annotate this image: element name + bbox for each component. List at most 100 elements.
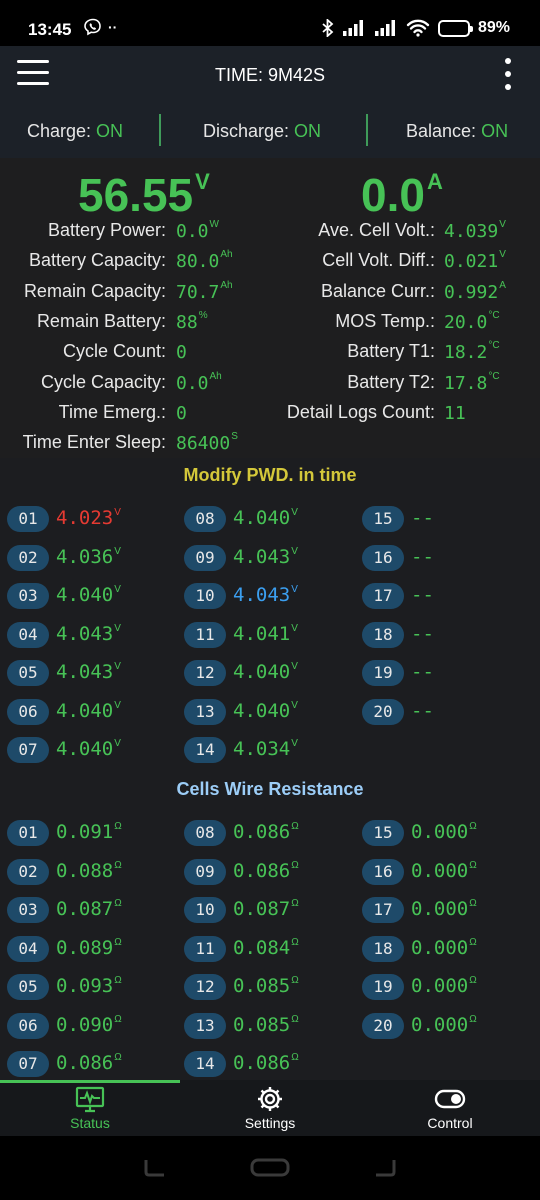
divider — [366, 114, 368, 146]
cell-voltage-16: 16 -- — [362, 543, 532, 573]
cell-number-badge: 03 — [7, 583, 49, 609]
cell-value: -- — [411, 661, 434, 683]
cell-number-badge: 15 — [362, 820, 404, 846]
battery-summary: 56.55V 0.0A Battery Power: 0.0W Battery Ca… — [0, 158, 540, 458]
cell-number-badge: 09 — [184, 858, 226, 885]
home-icon[interactable] — [250, 1158, 290, 1178]
cell-number-badge: 17 — [362, 583, 404, 609]
cell-number-badge: 12 — [184, 660, 226, 686]
battery-percent: 89% — [477, 19, 510, 36]
cell-number-badge: 01 — [7, 506, 49, 532]
cell-voltage-12: 12 4.040V — [184, 658, 354, 688]
balance-status: Balance: ON — [406, 121, 509, 141]
summary-value: 4.039V — [444, 219, 506, 242]
hamburger-icon — [17, 60, 49, 63]
cell-value: 4.036V — [56, 545, 121, 568]
wifi-icon — [406, 19, 430, 37]
system-navigation-bar — [0, 1136, 540, 1200]
cell-value: 0.000Ω — [411, 1013, 477, 1036]
cell-number-badge: 16 — [362, 544, 404, 571]
cell-value: 0.086Ω — [56, 1052, 122, 1074]
status-content: Charge: ON Discharge: ON Balance: ON 56.… — [0, 102, 540, 1080]
summary-value: 0.021V — [444, 249, 506, 273]
cell-resistance-04: 04 0.089Ω — [7, 934, 177, 964]
cell-number-badge: 08 — [184, 820, 226, 846]
cell-resistance-07: 07 0.086Ω — [7, 1049, 177, 1079]
cell-resistance-20: 20 0.000Ω — [362, 1011, 532, 1041]
cell-number-badge: 20 — [362, 698, 404, 725]
cell-value: 0.084Ω — [233, 936, 299, 959]
toggle-icon — [434, 1089, 466, 1109]
cell-value: 0.093Ω — [56, 975, 122, 997]
cell-resistance-01: 01 0.091Ω — [7, 818, 177, 848]
cell-voltage-02: 02 4.036V — [7, 543, 177, 573]
cell-voltage-20: 20 -- — [362, 697, 532, 727]
cell-value: 4.040V — [56, 738, 121, 760]
cell-value: 4.043V — [56, 622, 121, 645]
bottom-navigation: Status Settings Control — [0, 1080, 540, 1136]
cell-value: 0.085Ω — [233, 975, 299, 997]
cell-value: -- — [411, 507, 434, 529]
recent-apps-icon[interactable] — [142, 1158, 166, 1178]
summary-value: 18.2°C — [444, 340, 500, 364]
cell-value: 0.000Ω — [411, 821, 477, 843]
cell-value: 0.086Ω — [233, 859, 299, 882]
cell-value: 4.043V — [233, 545, 298, 568]
cell-number-badge: 11 — [184, 935, 226, 962]
cell-number-badge: 06 — [7, 698, 49, 725]
cell-number-badge: 05 — [7, 974, 49, 1000]
tab-settings[interactable]: Settings — [180, 1080, 360, 1136]
summary-label: MOS Temp.: — [335, 310, 435, 331]
summary-value: 17.8°C — [444, 370, 500, 394]
cell-resistance-08: 08 0.086Ω — [184, 818, 354, 848]
cell-number-badge: 09 — [184, 544, 226, 571]
pack-voltage: 56.55V — [78, 168, 210, 221]
page-title: TIME: 9M42S — [214, 65, 326, 85]
cell-value: 0.000Ω — [411, 975, 477, 997]
cell-value: 0.086Ω — [233, 1052, 299, 1074]
overflow-menu-button[interactable] — [502, 58, 514, 90]
cell-number-badge: 19 — [362, 660, 404, 686]
cell-voltage-13: 13 4.040V — [184, 697, 354, 727]
cell-number-badge: 07 — [7, 737, 49, 763]
cell-voltage-section-title: Modify PWD. in time — [0, 458, 540, 492]
charge-status: Charge: ON — [27, 121, 124, 141]
cell-value: -- — [411, 699, 434, 722]
summary-value: 0.992A — [444, 279, 506, 303]
cell-resistance-12: 12 0.085Ω — [184, 972, 354, 1002]
cell-voltage-09: 09 4.043V — [184, 543, 354, 573]
cell-value: 4.034V — [233, 738, 298, 760]
cell-number-badge: 10 — [184, 583, 226, 609]
cell-resistance-13: 13 0.085Ω — [184, 1011, 354, 1041]
cell-value: 4.040V — [56, 699, 121, 722]
wire-resistance-grid: 01 0.091Ω 02 0.088Ω 03 0.087Ω 04 0.089Ω 05 0.093Ω… — [0, 806, 540, 1080]
cell-voltage-03: 03 4.040V — [7, 581, 177, 611]
cell-value: 0.000Ω — [411, 898, 477, 920]
cell-value: 0.087Ω — [233, 898, 299, 920]
cell-value: 0.089Ω — [56, 936, 122, 959]
cell-voltage-10: 10 4.043V — [184, 581, 354, 611]
cell-resistance-17: 17 0.000Ω — [362, 895, 532, 925]
summary-label: Battery T2: — [347, 371, 435, 392]
tab-status[interactable]: Status — [0, 1080, 180, 1136]
cell-voltage-04: 04 4.043V — [7, 620, 177, 650]
cell-number-badge: 02 — [7, 858, 49, 885]
back-icon[interactable] — [374, 1158, 398, 1178]
cell-value: -- — [411, 622, 434, 645]
cell-resistance-14: 14 0.086Ω — [184, 1049, 354, 1079]
wire-resistance-section-title: Cells Wire Resistance — [0, 772, 540, 806]
app-bar: TIME: 9M42S — [0, 46, 540, 102]
cell-value: 0.000Ω — [411, 859, 477, 882]
tab-control[interactable]: Control — [360, 1080, 540, 1136]
summary-label: Detail Logs Count: — [286, 401, 435, 422]
cell-resistance-16: 16 0.000Ω — [362, 857, 532, 887]
cell-voltage-17: 17 -- — [362, 581, 532, 611]
cell-voltage-19: 19 -- — [362, 658, 532, 688]
cell-resistance-09: 09 0.086Ω — [184, 857, 354, 887]
divider — [159, 114, 161, 146]
cell-value: 4.040V — [233, 507, 298, 529]
cell-value: 4.040V — [233, 699, 298, 722]
cell-voltage-grid: 01 4.023V 02 4.036V 03 4.040V 04 4.043V 05 4.043V… — [0, 492, 540, 774]
cell-resistance-02: 02 0.088Ω — [7, 857, 177, 887]
cell-number-badge: 13 — [184, 698, 226, 725]
